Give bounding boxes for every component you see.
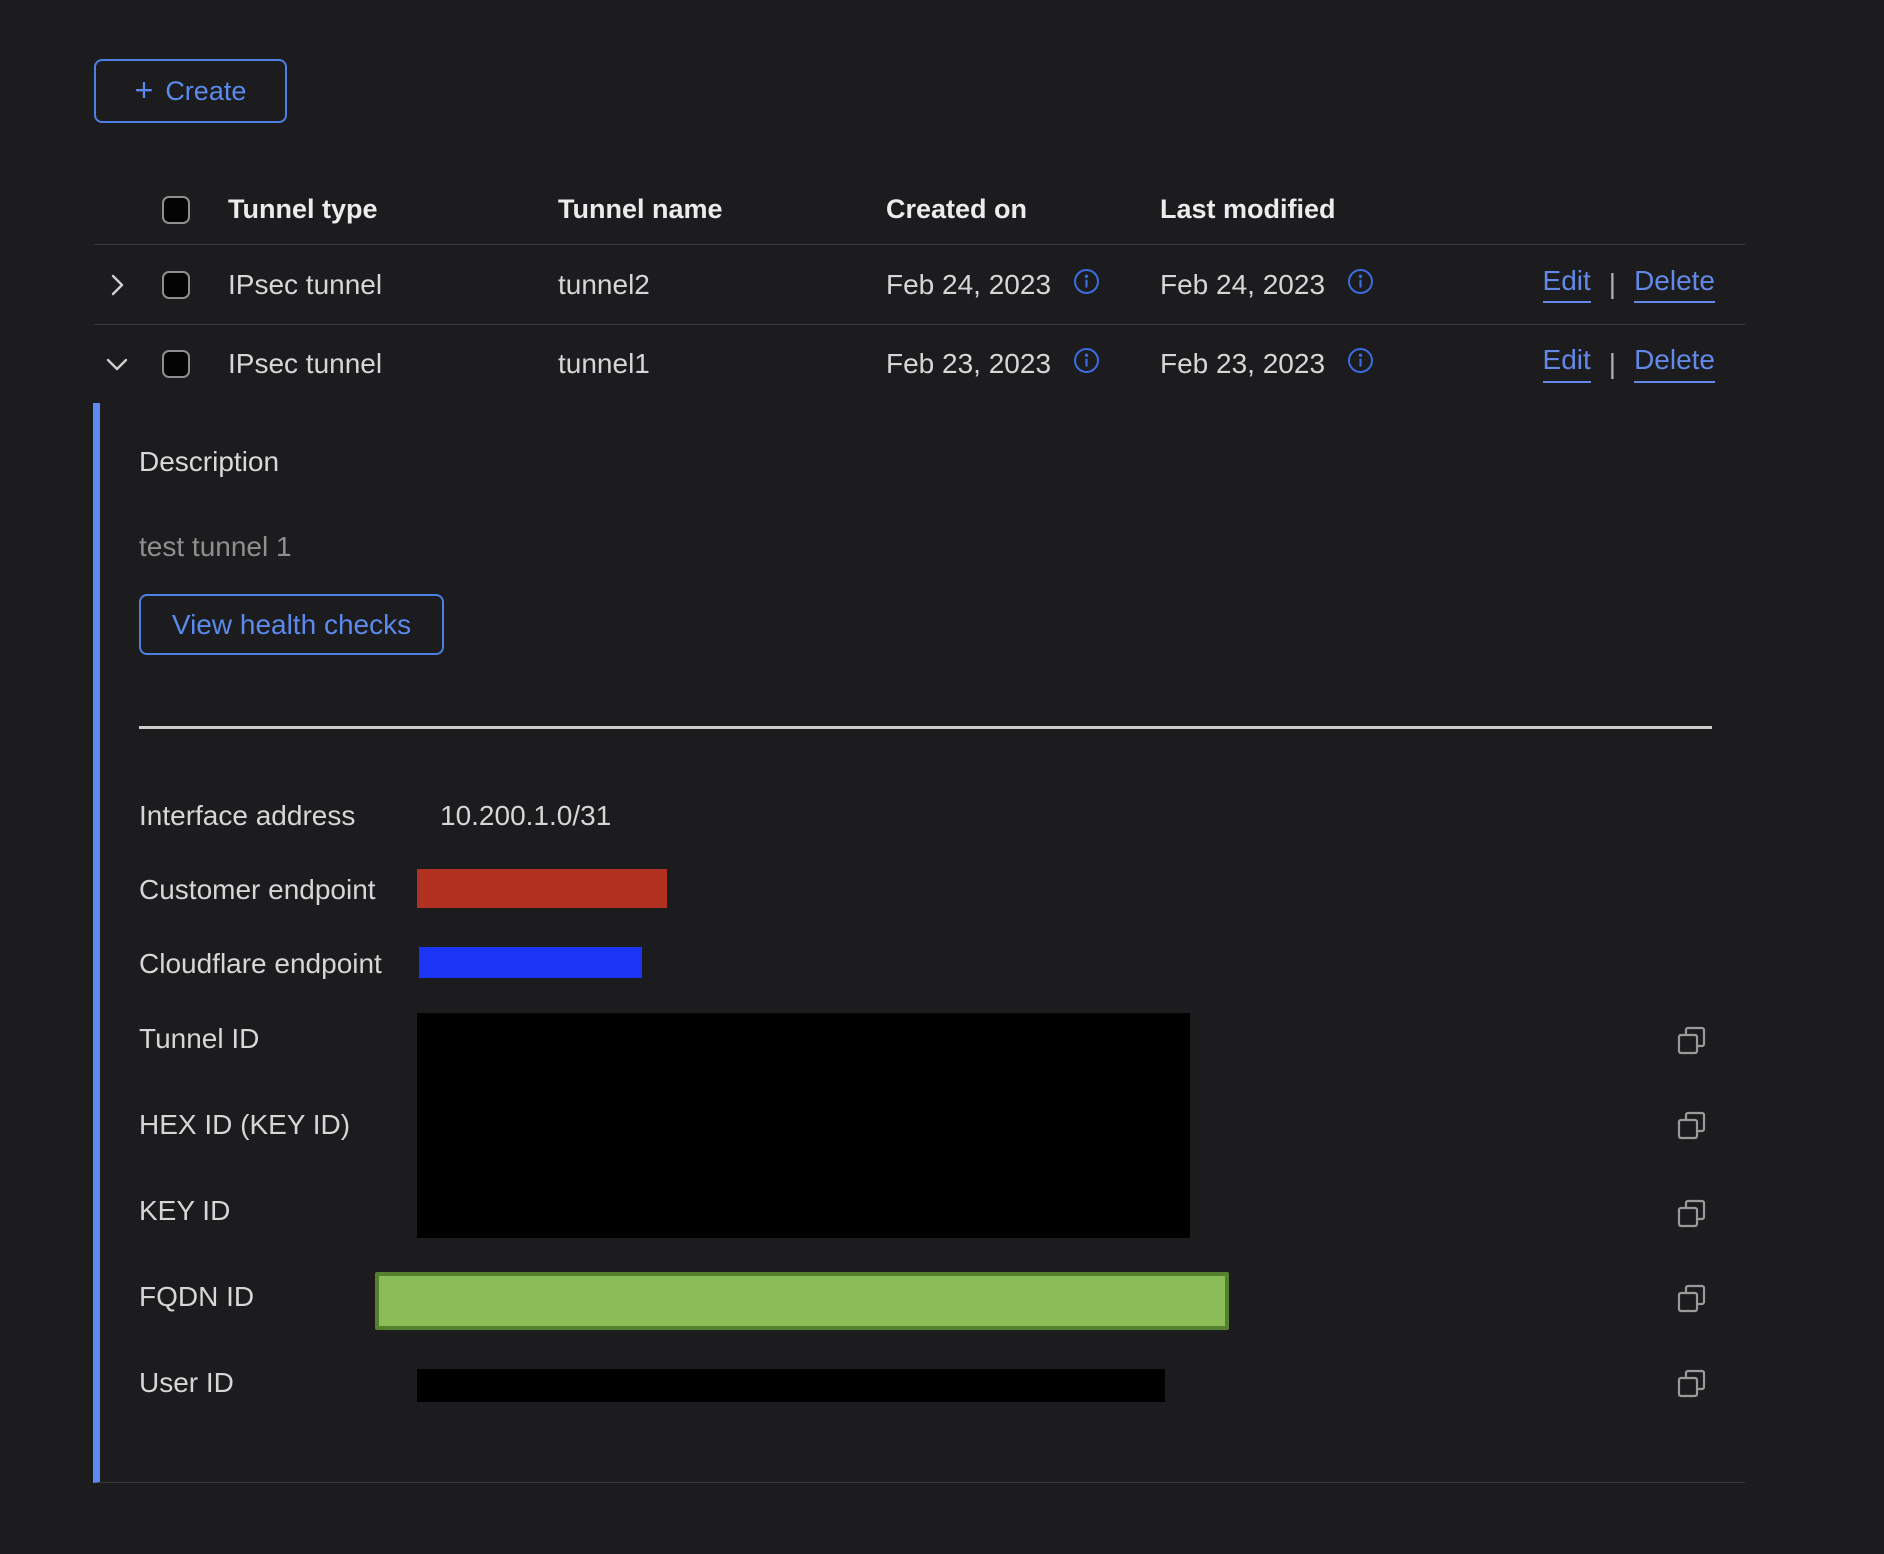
interface-address-label: Interface address: [139, 800, 355, 832]
tunnels-table: Tunnel type Tunnel name Created on Last …: [94, 175, 1745, 1483]
plus-icon: +: [135, 74, 154, 106]
tunnel-type-cell: IPsec tunnel: [215, 269, 558, 301]
last-modified-cell: Feb 24, 2023: [1160, 269, 1325, 301]
chevron-down-icon[interactable]: [102, 349, 132, 379]
edit-link[interactable]: Edit: [1543, 345, 1591, 383]
copy-icon[interactable]: [1675, 1367, 1709, 1401]
cloudflare-endpoint-redacted-value: [419, 947, 642, 978]
table-header-row: Tunnel type Tunnel name Created on Last …: [94, 175, 1745, 245]
row-checkbox[interactable]: [162, 350, 190, 378]
copy-icon[interactable]: [1675, 1197, 1709, 1231]
copy-icon[interactable]: [1675, 1109, 1709, 1143]
fqdn-id-redacted-value: [375, 1272, 1229, 1330]
fqdn-id-label: FQDN ID: [139, 1281, 254, 1313]
header-last-modified: Last modified: [1160, 194, 1440, 225]
created-on-cell: Feb 23, 2023: [886, 348, 1051, 380]
description-value: test tunnel 1: [139, 531, 292, 563]
cloudflare-endpoint-label: Cloudflare endpoint: [139, 948, 382, 980]
table-row: IPsec tunnel tunnel2 Feb 24, 2023 Feb 24…: [94, 245, 1745, 325]
customer-endpoint-label: Customer endpoint: [139, 874, 376, 906]
last-modified-cell: Feb 23, 2023: [1160, 348, 1325, 380]
panel-divider: [139, 726, 1712, 729]
view-health-checks-button[interactable]: View health checks: [139, 594, 444, 655]
info-icon[interactable]: [1347, 268, 1374, 302]
tunnel-id-label: Tunnel ID: [139, 1023, 259, 1055]
ipsec-tunnels-page: + Create Tunnel type Tunnel name Created…: [0, 0, 1884, 1554]
ids-redacted-value: [417, 1013, 1190, 1238]
info-icon[interactable]: [1073, 268, 1100, 302]
action-separator: |: [1609, 348, 1616, 380]
created-on-cell: Feb 24, 2023: [886, 269, 1051, 301]
chevron-right-icon[interactable]: [102, 270, 132, 300]
row-checkbox[interactable]: [162, 271, 190, 299]
key-id-label: KEY ID: [139, 1195, 230, 1227]
create-button[interactable]: + Create: [94, 59, 287, 123]
info-icon[interactable]: [1347, 347, 1374, 381]
hex-id-label: HEX ID (KEY ID): [139, 1109, 350, 1141]
delete-link[interactable]: Delete: [1634, 266, 1715, 304]
select-all-checkbox[interactable]: [162, 196, 190, 224]
header-tunnel-type: Tunnel type: [215, 194, 558, 225]
tunnel-name-cell: tunnel1: [558, 348, 886, 380]
description-label: Description: [139, 446, 279, 478]
copy-icon[interactable]: [1675, 1282, 1709, 1316]
user-id-label: User ID: [139, 1367, 234, 1399]
action-separator: |: [1609, 268, 1616, 300]
create-button-label: Create: [165, 76, 246, 107]
header-tunnel-name: Tunnel name: [558, 194, 886, 225]
tunnel-name-cell: tunnel2: [558, 269, 886, 301]
copy-icon[interactable]: [1675, 1024, 1709, 1058]
edit-link[interactable]: Edit: [1543, 266, 1591, 304]
info-icon[interactable]: [1073, 347, 1100, 381]
user-id-redacted-value: [417, 1369, 1165, 1402]
table-row: IPsec tunnel tunnel1 Feb 23, 2023 Feb 23…: [94, 325, 1745, 403]
tunnel-details-panel: Description test tunnel 1 View health ch…: [93, 403, 1745, 1483]
customer-endpoint-redacted-value: [417, 869, 667, 908]
tunnel-type-cell: IPsec tunnel: [215, 348, 558, 380]
delete-link[interactable]: Delete: [1634, 345, 1715, 383]
header-created-on: Created on: [886, 194, 1160, 225]
interface-address-value: 10.200.1.0/31: [440, 800, 611, 832]
